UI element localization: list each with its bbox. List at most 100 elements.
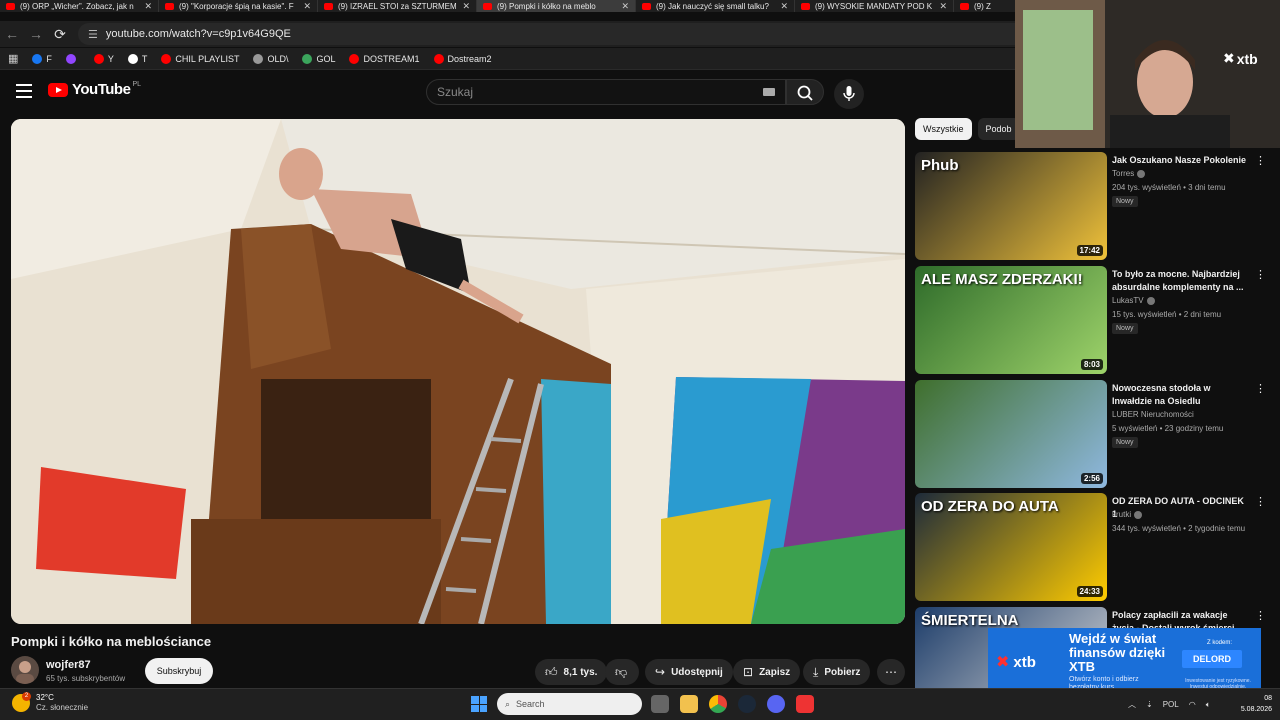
bookmark-item[interactable]: Y (93, 53, 114, 64)
start-windows-icon[interactable] (471, 696, 487, 712)
recommendation-item[interactable]: 2:56 Nowoczesna stodoła w Inwałdzie na Os… (915, 380, 1270, 488)
browser-tab[interactable]: (9) Pompki i kółko na meblo ✕ (477, 0, 636, 12)
video-duration: 24:33 (1076, 586, 1103, 597)
file-explorer-icon[interactable] (680, 695, 698, 713)
forward-icon[interactable]: → (24, 26, 48, 42)
address-bar[interactable]: ☰ youtube.com/watch?v=c9p1v64G9QE (78, 23, 1038, 45)
more-vertical-icon[interactable]: ⋮ (1255, 609, 1266, 622)
verified-icon (1137, 169, 1146, 178)
chrome-icon[interactable] (709, 695, 727, 713)
like-button[interactable]: 👍︎ 8,1 tys. (535, 659, 608, 685)
channel-label: krutki (1112, 510, 1132, 519)
discord-icon[interactable] (767, 695, 785, 713)
bookmark-item[interactable]: T (127, 53, 147, 64)
recommendation-channel[interactable]: LukasTV (1112, 296, 1155, 305)
more-vertical-icon[interactable]: ⋮ (1255, 382, 1266, 395)
browser-tab[interactable]: (9) WYSOKIE MANDATY POD K ✕ (795, 0, 954, 12)
channel-avatar[interactable] (11, 656, 39, 684)
back-icon[interactable]: ← (0, 26, 24, 42)
bookmark-item[interactable]: F (32, 53, 52, 64)
webcam-overlay (1015, 0, 1280, 148)
youtube-favicon-icon (960, 2, 969, 10)
reload-icon[interactable]: ⟳ (48, 26, 72, 43)
search-button[interactable] (786, 79, 824, 105)
bookmark-label: DOSTREAM1 (363, 53, 420, 64)
recommendation-title[interactable]: Nowoczesna stodoła w Inwałdzie na Osiedl… (1112, 382, 1248, 408)
voice-search-button[interactable] (834, 79, 864, 109)
weather-widget[interactable]: 2 32°C Cz. słonecznie (12, 692, 88, 713)
bookmark-item[interactable]: CHIL PLAYLIST (161, 53, 239, 64)
browser-tab[interactable]: (9) "Korporacje śpią na kasie". F ✕ (159, 0, 318, 12)
browser-tab[interactable]: (9) IZRAEL STOI za SZTURMEM ✕ (318, 0, 477, 12)
taskbar-search[interactable]: ⌕ Search (497, 693, 642, 715)
bookmark-item[interactable]: GOL (302, 53, 335, 64)
language-indicator[interactable]: POL (1163, 700, 1179, 709)
weather-temperature: 32°C (36, 693, 54, 702)
close-tab-icon[interactable]: ✕ (939, 1, 947, 12)
browser-tab[interactable]: (9) Jak nauczyć się small talku? ✕ (636, 0, 795, 12)
recommendation-channel[interactable]: LUBER Nieruchomości (1112, 410, 1194, 419)
recommendation-title[interactable]: Jak Oszukano Nasze Pokolenie (1112, 154, 1248, 167)
chevron-up-icon[interactable]: ︿ (1128, 699, 1136, 710)
site-info-icon[interactable]: ☰ (88, 28, 98, 41)
recommendation-channel[interactable]: krutki (1112, 510, 1143, 519)
apps-grid-icon[interactable]: ▦ (8, 52, 18, 65)
recommendation-item[interactable]: Phub 17:42 Jak Oszukano Nasze Pokolenie Tor… (915, 152, 1270, 260)
recommendation-channel[interactable]: Torres (1112, 169, 1146, 178)
menu-icon[interactable] (16, 84, 32, 98)
subscribe-button[interactable]: Subskrybuj (145, 658, 213, 684)
share-label: Udostępnij (671, 666, 723, 678)
more-vertical-icon[interactable]: ⋮ (1255, 268, 1266, 281)
bookmark-item[interactable] (65, 53, 80, 64)
bookmark-item[interactable]: OLD\ (253, 53, 288, 64)
more-horizontal-icon: ⋯ (885, 665, 897, 679)
network-icon[interactable]: ⇣ (1146, 700, 1153, 709)
more-vertical-icon[interactable]: ⋮ (1255, 495, 1266, 508)
channel-label: Torres (1112, 169, 1135, 178)
channel-name[interactable]: wojfer87 (46, 659, 91, 671)
more-vertical-icon[interactable]: ⋮ (1255, 154, 1266, 167)
close-tab-icon[interactable]: ✕ (144, 1, 152, 12)
bookmark-item[interactable]: Dostream2 (433, 53, 492, 64)
task-view-icon[interactable] (651, 695, 669, 713)
app-red-icon[interactable] (796, 695, 814, 713)
browser-tab[interactable]: (9) ORP „Wicher”. Zobacz, jak n ✕ (0, 0, 159, 12)
ad-code-label: Z kodem: (1207, 640, 1233, 646)
search-placeholder: Szukaj (437, 85, 474, 99)
save-button[interactable]: ⊡ Zapisz (733, 659, 801, 685)
clock[interactable]: 08 5.08.2026 (1232, 693, 1272, 715)
recommendation-thumbnail[interactable]: OD ZERA DO AUTA 24:33 (915, 493, 1107, 601)
video-player[interactable] (11, 119, 905, 624)
thumbs-up-icon: 👍︎ (545, 664, 558, 679)
close-tab-icon[interactable]: ✕ (780, 1, 788, 12)
search-input[interactable]: Szukaj (426, 79, 786, 105)
chip-similar[interactable]: Podob (977, 118, 1020, 140)
close-tab-icon[interactable]: ✕ (621, 1, 629, 12)
recommendation-title[interactable]: To było za mocne. Najbardziej absurdalne… (1112, 268, 1248, 294)
recommendation-item[interactable]: ALE MASZ ZDERZAKI! 8:03 To było za mocne. … (915, 266, 1270, 374)
youtube-favicon-icon (6, 2, 15, 10)
recommendation-thumbnail[interactable]: Phub 17:42 (915, 152, 1107, 260)
volume-icon[interactable]: 🔈︎ (1206, 700, 1211, 710)
youtube-logo[interactable]: YouTube PL (48, 81, 141, 98)
dislike-button[interactable]: 👎︎ (605, 659, 639, 685)
bookmark-item[interactable]: DOSTREAM1 (349, 53, 420, 64)
url-text: youtube.com/watch?v=c9p1v64G9QE (105, 28, 291, 40)
keyboard-icon[interactable] (763, 88, 775, 96)
chip-all[interactable]: Wszystkie (915, 118, 972, 140)
close-tab-icon[interactable]: ✕ (462, 1, 470, 12)
ad-logo: ✖ xtb (996, 652, 1036, 672)
recommendation-thumbnail[interactable]: 2:56 (915, 380, 1107, 488)
close-tab-icon[interactable]: ✕ (303, 1, 311, 12)
recommendation-item[interactable]: OD ZERA DO AUTA 24:33 OD ZERA DO AUTA - OD… (915, 493, 1270, 601)
steam-icon[interactable] (738, 695, 756, 713)
share-button[interactable]: ↪ Udostępnij (645, 659, 733, 685)
bookmark-favicon-icon (65, 53, 76, 64)
share-icon: ↪ (655, 665, 666, 679)
wifi-icon[interactable]: ◠ (1189, 700, 1196, 709)
download-button[interactable]: ⤓ Pobierz (803, 659, 871, 685)
new-badge: Nowy (1112, 196, 1138, 207)
recommendation-thumbnail[interactable]: ALE MASZ ZDERZAKI! 8:03 (915, 266, 1107, 374)
youtube-favicon-icon (642, 2, 651, 10)
more-actions-button[interactable]: ⋯ (877, 659, 905, 685)
